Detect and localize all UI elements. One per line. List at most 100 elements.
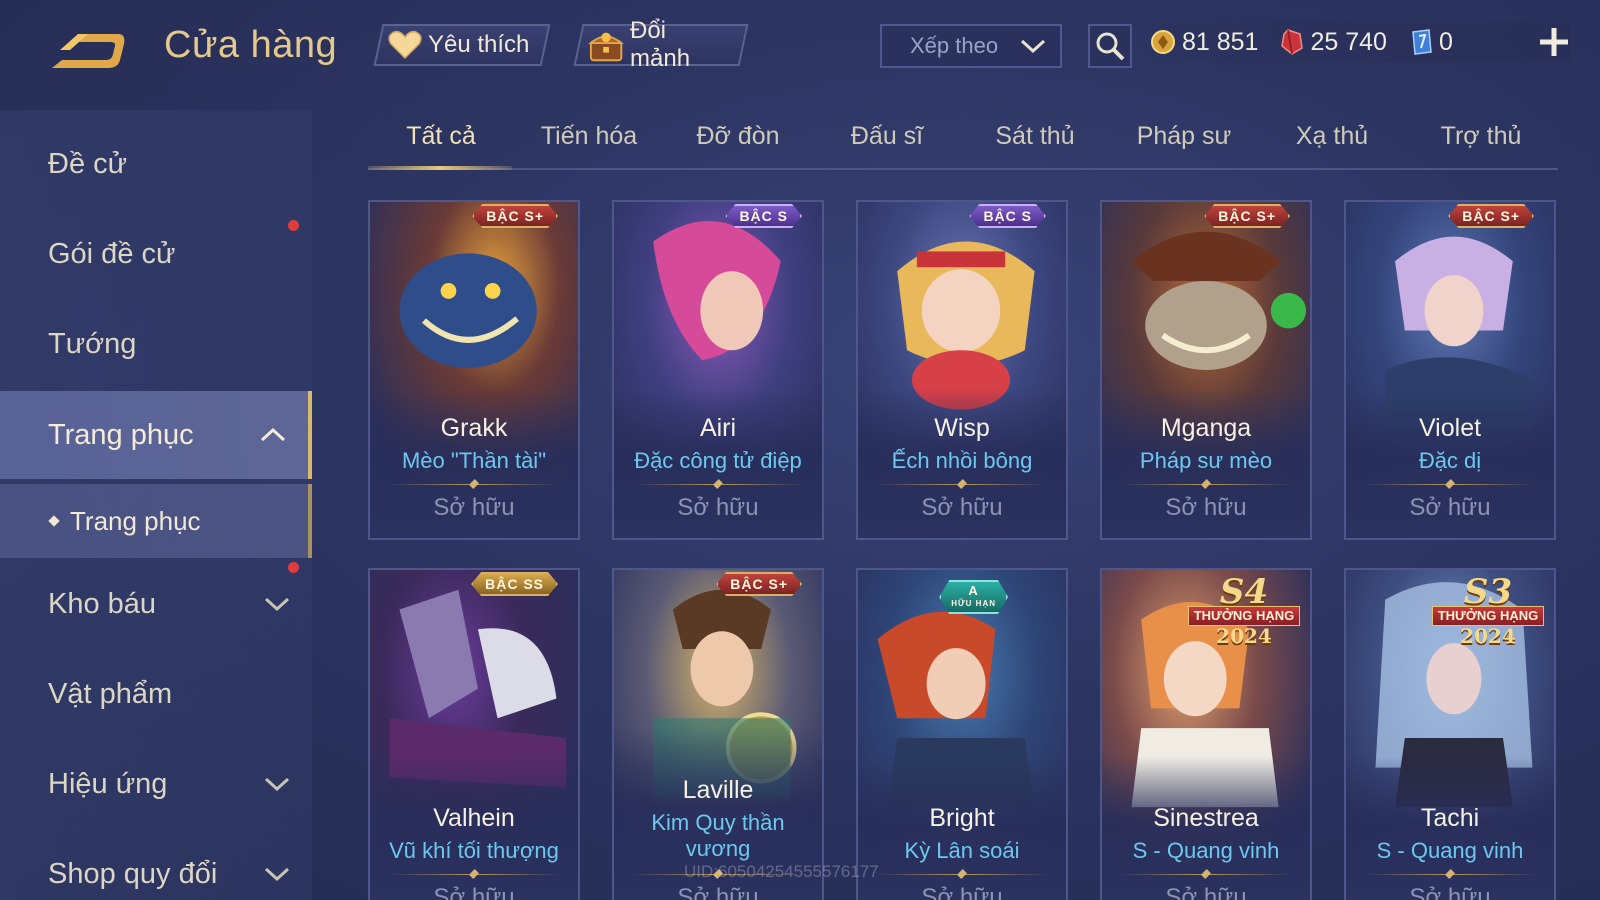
sidebar-subitem-skins[interactable]: Trang phục xyxy=(0,484,312,558)
tier-badge: BẬC S xyxy=(725,204,802,228)
skin-card-bright[interactable]: A HỮU HẠN Bright Kỳ Lân soái Sở hữu xyxy=(856,568,1068,900)
red-gem-icon xyxy=(1281,29,1304,55)
card-divider xyxy=(1364,484,1536,485)
tab-marksman[interactable]: Xạ thủ xyxy=(1259,122,1405,168)
gem-amount: 25 740 xyxy=(1310,27,1387,56)
sidebar-item-items[interactable]: Vật phẩm xyxy=(0,650,312,738)
sidebar-item-recommended-bundle[interactable]: Gói đề cử xyxy=(0,210,312,298)
skin-name: S - Quang vinh xyxy=(1376,838,1524,863)
sidebar-item-skins[interactable]: Trang phục xyxy=(0,391,312,479)
limited-badge: A HỮU HẠN xyxy=(939,580,1008,614)
skin-card-sinestrea[interactable]: S4 THƯỞNG HẠNG 2024 Sinestrea S - Quang … xyxy=(1100,568,1312,900)
blue-voucher-icon xyxy=(1412,29,1432,55)
card-divider xyxy=(1120,484,1292,485)
active-tab-indicator xyxy=(368,166,512,170)
ownership-status: Sở hữu xyxy=(677,494,759,521)
currency-bar: 81 851 25 740 0 xyxy=(1150,22,1570,62)
hero-name: Mganga xyxy=(1160,414,1252,442)
ownership-status: Sở hữu xyxy=(1409,884,1491,900)
tab-assassin[interactable]: Sát thủ xyxy=(962,122,1108,168)
sidebar-item-label: Gói đề cử xyxy=(48,237,176,270)
plus-icon[interactable] xyxy=(1536,24,1572,60)
skin-card-wisp[interactable]: BẬC S Wisp Ếch nhồi bông Sở hữu xyxy=(856,200,1068,540)
notification-dot xyxy=(288,562,299,573)
sidebar-item-heroes[interactable]: Tướng xyxy=(0,300,312,388)
tier-badge: BẬC S+ xyxy=(1204,204,1290,228)
tab-evolution[interactable]: Tiến hóa xyxy=(516,122,662,168)
tier-badge: BẬC S xyxy=(969,204,1046,228)
skin-card-laville[interactable]: BẬC S+ Laville Kim Quy thần vương Sở hữu xyxy=(612,568,824,900)
favorite-button[interactable]: Yêu thích xyxy=(373,24,551,66)
chevron-down-icon xyxy=(264,597,290,612)
skin-name: Kỳ Lân soái xyxy=(904,838,1020,863)
sort-label: Xếp theo xyxy=(910,33,999,58)
user-id-watermark: UID:60504254555576177 xyxy=(684,862,879,881)
sidebar-item-exchange-shop[interactable]: Shop quy đổi xyxy=(0,830,312,900)
tab-fighter[interactable]: Đấu sĩ xyxy=(814,122,960,168)
gold-coin-icon xyxy=(1151,30,1175,54)
season-year: 2024 xyxy=(1216,624,1272,648)
shard-exchange-button[interactable]: Đổi mảnh xyxy=(573,17,749,72)
tab-mage[interactable]: Pháp sư xyxy=(1111,122,1257,168)
sort-dropdown[interactable]: Xếp theo xyxy=(880,24,1062,68)
gold-currency: 81 851 xyxy=(1150,28,1258,57)
card-divider xyxy=(876,484,1048,485)
skin-card-tachi[interactable]: S3 THƯỞNG HẠNG 2024 Tachi S - Quang vinh… xyxy=(1344,568,1556,900)
card-divider xyxy=(1364,874,1536,875)
hero-name: Violet xyxy=(1418,414,1482,442)
skin-name: Đặc dị xyxy=(1418,448,1482,473)
tab-tank[interactable]: Đỡ đòn xyxy=(665,122,811,168)
sidebar-item-treasure[interactable]: Kho báu xyxy=(0,560,312,648)
skin-name: S - Quang vinh xyxy=(1132,838,1280,863)
tier-badge: BẬC S+ xyxy=(1448,204,1534,228)
voucher-currency: 0 xyxy=(1409,28,1453,57)
sidebar-item-recommended[interactable]: Đề cử xyxy=(0,120,312,208)
skin-card-mganga[interactable]: BẬC S+ Mganga Pháp sư mèo Sở hữu xyxy=(1100,200,1312,540)
ownership-status: Sở hữu xyxy=(433,494,515,521)
skin-card-valhein[interactable]: BẬC SS Valhein Vũ khí tối thượng Sở hữu xyxy=(368,568,580,900)
skin-name: Mèo "Thần tài" xyxy=(401,448,547,473)
ownership-status: Sở hữu xyxy=(1165,884,1247,900)
chevron-down-icon xyxy=(264,867,290,882)
skin-name: Pháp sư mèo xyxy=(1139,448,1273,473)
tier-badge: BẬC S+ xyxy=(716,572,802,596)
skin-name: Đặc công tử điệp xyxy=(634,448,802,473)
season-year: 2024 xyxy=(1460,624,1516,648)
hero-name: Grakk xyxy=(440,414,508,442)
hero-name: Laville xyxy=(682,776,754,804)
sidebar-subitem-label: Trang phục xyxy=(70,505,201,536)
card-divider xyxy=(388,484,560,485)
chevron-down-icon xyxy=(264,777,290,792)
ownership-status: Sở hữu xyxy=(921,884,1003,900)
tab-support[interactable]: Trợ thủ xyxy=(1408,122,1554,168)
season-reward-badge: S3 THƯỞNG HẠNG 2024 xyxy=(1428,572,1548,648)
limited-label: HỮU HẠN xyxy=(951,599,996,608)
sidebar-item-effects[interactable]: Hiệu ứng xyxy=(0,740,312,828)
sidebar-item-label: Hiệu ứng xyxy=(48,767,168,800)
back-icon[interactable] xyxy=(48,28,128,72)
diamond-bullet-icon xyxy=(48,515,60,527)
search-button[interactable] xyxy=(1088,24,1132,68)
card-divider xyxy=(876,874,1048,875)
sidebar-item-label: Tướng xyxy=(48,327,137,360)
season-ribbon: THƯỞNG HẠNG xyxy=(1432,606,1544,626)
page-title: Cửa hàng xyxy=(164,24,338,66)
hero-name: Sinestrea xyxy=(1153,804,1259,832)
skin-name: Vũ khí tối thượng xyxy=(389,838,559,863)
gem-currency: 25 740 xyxy=(1280,27,1387,57)
skin-card-violet[interactable]: BẬC S+ Violet Đặc dị Sở hữu xyxy=(1344,200,1556,540)
card-divider xyxy=(388,874,560,875)
search-icon xyxy=(1096,32,1125,61)
tab-all[interactable]: Tất cả xyxy=(368,122,514,168)
hero-name: Tachi xyxy=(1420,804,1480,832)
card-divider xyxy=(632,484,804,485)
chevron-down-icon xyxy=(1020,39,1046,54)
ownership-status: Sở hữu xyxy=(1409,494,1491,521)
skin-name: Ếch nhồi bông xyxy=(891,448,1033,473)
skin-name: Kim Quy thần vương xyxy=(651,810,785,861)
sidebar-item-label: Shop quy đổi xyxy=(48,857,218,890)
skin-card-airi[interactable]: BẬC S Airi Đặc công tử điệp Sở hữu xyxy=(612,200,824,540)
hero-name: Bright xyxy=(929,804,995,832)
sidebar-item-label: Đề cử xyxy=(48,147,128,180)
skin-card-grakk[interactable]: BẬC S+ Grakk Mèo "Thần tài" Sở hữu xyxy=(368,200,580,540)
